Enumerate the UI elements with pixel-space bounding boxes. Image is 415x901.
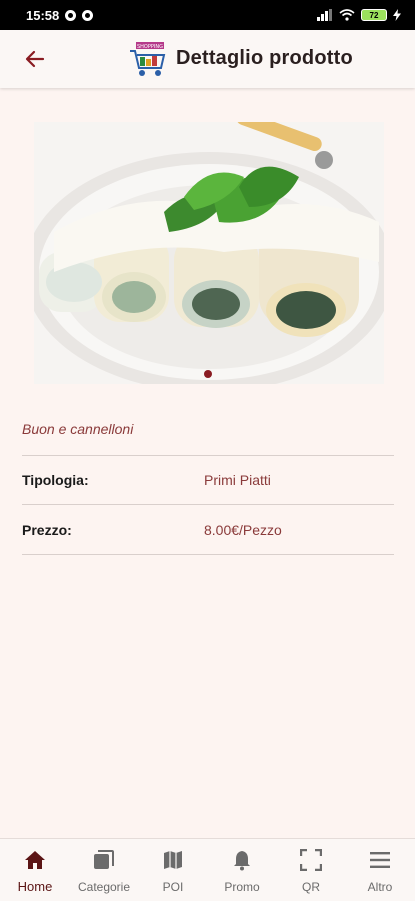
nav-label-home: Home [17,879,53,894]
detail-value-price: 8.00€/Pezzo [204,522,282,538]
shopping-cart-logo: SHOPPING [130,42,166,76]
back-button[interactable] [20,44,50,74]
notification-icon [82,9,94,21]
bottom-navigation: Home Categorie POI Promo QR Altro [0,838,415,901]
categories-icon [94,850,114,869]
signal-icon [317,9,332,21]
logo-text: SHOPPING [137,44,163,50]
page-title: Dettaglio prodotto [176,47,353,69]
charging-icon [393,9,401,21]
nav-label-poi: POI [162,880,184,894]
product-image-carousel[interactable] [34,122,384,384]
nav-label-altro: Altro [367,880,393,894]
detail-label-price: Prezzo: [22,522,72,538]
status-bar: 15:58 72 [0,0,415,30]
notification-icon [65,9,77,21]
carousel-indicator-dot[interactable] [204,370,212,378]
app-bar: SHOPPING Dettaglio prodotto [0,30,415,88]
nav-label-promo: Promo [224,880,260,894]
bell-icon [234,851,250,871]
nav-item-home[interactable]: Home [1,839,69,901]
nav-item-altro[interactable]: Altro [346,839,414,901]
map-icon [164,851,182,869]
nav-item-qr[interactable]: QR [277,839,345,901]
divider [22,504,394,505]
nav-label-qr: QR [302,880,320,894]
detail-value-type: Primi Piatti [204,472,271,488]
wifi-icon [339,9,355,21]
arrow-left-icon [25,50,45,68]
detail-label-type: Tipologia: [22,472,89,488]
divider [22,455,394,456]
nav-item-promo[interactable]: Promo [208,839,276,901]
status-time: 15:58 [26,7,60,23]
product-image [34,122,384,384]
battery-icon: 72 [361,9,387,21]
nav-item-categorie[interactable]: Categorie [70,839,138,901]
qr-scan-icon [300,849,322,871]
nav-label-categorie: Categorie [77,880,131,894]
menu-icon [370,852,390,868]
product-description: Buon e cannelloni [22,421,134,437]
nav-item-poi[interactable]: POI [139,839,207,901]
divider [22,554,394,555]
home-icon [25,851,45,869]
